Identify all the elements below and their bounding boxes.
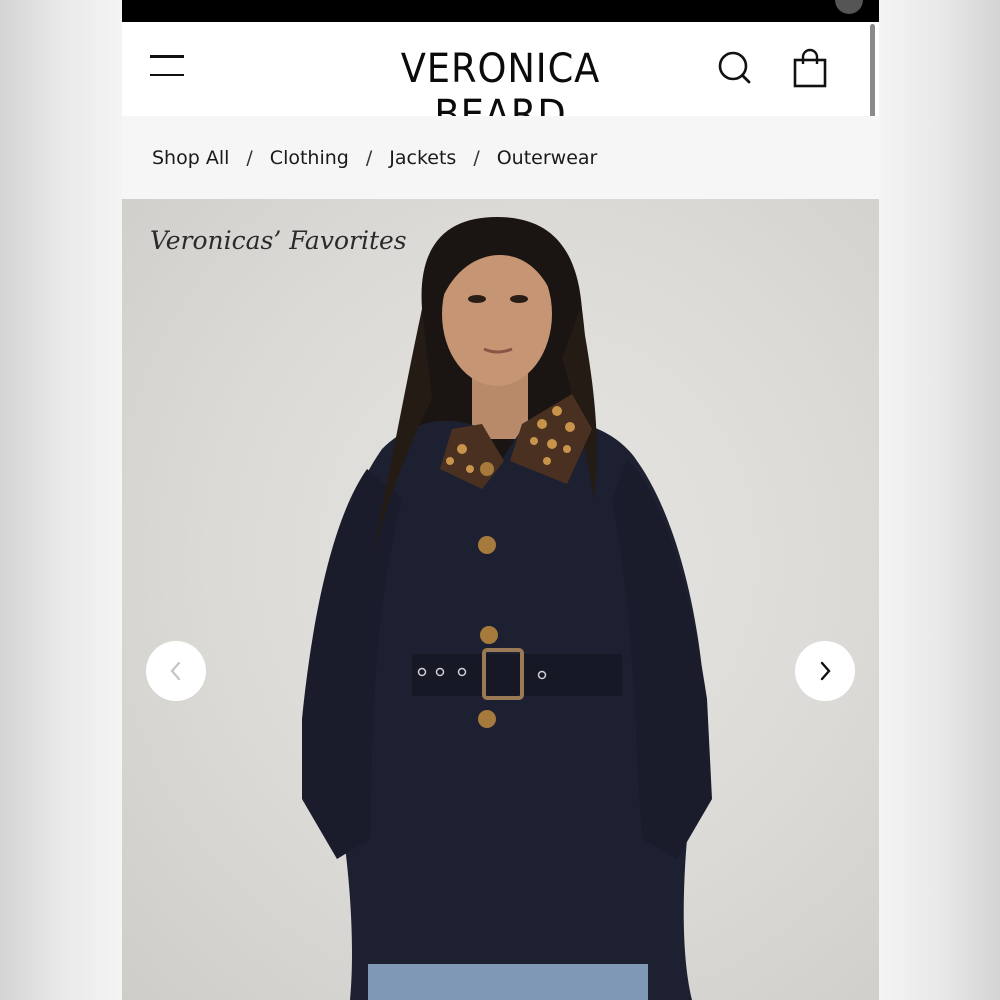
status-indicator bbox=[835, 0, 863, 14]
carousel-prev-button[interactable] bbox=[146, 641, 206, 701]
product-image-carousel[interactable]: Veronicas’ Favorites bbox=[122, 199, 879, 1000]
phone-screen: VERONICA BEARD Shop All / Clothing / Jac… bbox=[122, 0, 879, 1000]
breadcrumb-clothing[interactable]: Clothing bbox=[270, 147, 349, 169]
breadcrumb-outerwear[interactable]: Outerwear bbox=[497, 147, 598, 169]
site-header: VERONICA BEARD bbox=[122, 22, 879, 138]
breadcrumb-shop-all[interactable]: Shop All bbox=[152, 147, 229, 169]
chevron-right-icon bbox=[820, 661, 831, 681]
chevron-left-icon bbox=[170, 661, 181, 681]
status-bar bbox=[122, 0, 879, 22]
product-photo bbox=[302, 217, 712, 1000]
breadcrumb-separator: / bbox=[246, 146, 253, 169]
breadcrumb-jackets[interactable]: Jackets bbox=[389, 147, 456, 169]
breadcrumb-separator: / bbox=[473, 146, 480, 169]
carousel-next-button[interactable] bbox=[795, 641, 855, 701]
hero-caption: Veronicas’ Favorites bbox=[150, 226, 407, 255]
shopping-bag-icon[interactable] bbox=[791, 48, 829, 88]
search-icon[interactable] bbox=[715, 48, 755, 88]
hamburger-menu-icon[interactable] bbox=[150, 55, 186, 81]
breadcrumb-separator: / bbox=[365, 146, 373, 169]
breadcrumb: Shop All / Clothing / Jackets / Outerwea… bbox=[122, 116, 879, 199]
